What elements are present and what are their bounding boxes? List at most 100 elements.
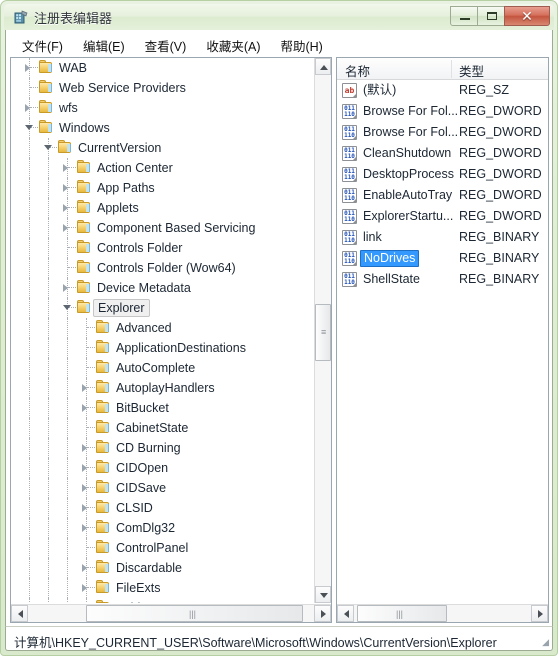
chevron-right-icon[interactable] (25, 64, 30, 72)
values-hscroll-thumb[interactable]: ||| (357, 605, 447, 622)
values-list[interactable]: ab (默认) REG_SZ 011 110 Browse For Fol... REG_D… (337, 80, 548, 290)
tree-item[interactable]: FileExts (11, 578, 315, 598)
chevron-down-icon[interactable] (63, 305, 71, 310)
chevron-right-icon[interactable] (82, 504, 87, 512)
column-header-type[interactable]: 类型 (459, 61, 484, 80)
tree-item-label[interactable]: AutoplayHandlers (116, 380, 215, 396)
tree-item[interactable]: WAB (11, 58, 315, 78)
registry-tree[interactable]: WAB Web Service Providers wfs Windows Curren… (11, 58, 315, 603)
resize-grip-icon[interactable]: ◢ (537, 636, 549, 648)
tree-item[interactable]: wfs (11, 98, 315, 118)
tree-item[interactable]: FolderTypes (11, 598, 315, 603)
tree-item[interactable]: CurrentVersion (11, 138, 315, 158)
tree-item[interactable]: ApplicationDestinations (11, 338, 315, 358)
chevron-right-icon[interactable] (63, 224, 68, 232)
tree-item-label[interactable]: App Paths (97, 180, 155, 196)
tree-item[interactable]: CIDSave (11, 478, 315, 498)
tree-hscroll-thumb[interactable]: ||| (86, 605, 303, 622)
tree-item[interactable]: BitBucket (11, 398, 315, 418)
tree-item-label[interactable]: CurrentVersion (78, 140, 161, 156)
value-name-selected[interactable]: NoDrives (360, 250, 420, 267)
tree-item-label[interactable]: Device Metadata (97, 280, 191, 296)
tree-item[interactable]: AutoComplete (11, 358, 315, 378)
value-name[interactable]: DesktopProcess (363, 167, 454, 182)
tree-item-label[interactable]: AutoComplete (116, 360, 195, 376)
tree-item[interactable]: App Paths (11, 178, 315, 198)
tree-item[interactable]: CIDOpen (11, 458, 315, 478)
tree-item-label[interactable]: Component Based Servicing (97, 220, 255, 236)
chevron-right-icon[interactable] (82, 384, 87, 392)
value-name[interactable]: Browse For Fol... (363, 125, 458, 140)
tree-item-label[interactable]: CLSID (116, 500, 153, 516)
chevron-down-icon[interactable] (25, 125, 33, 130)
tree-item[interactable]: Controls Folder (11, 238, 315, 258)
tree-item[interactable]: CabinetState (11, 418, 315, 438)
column-header-name[interactable]: 名称 (345, 61, 370, 80)
value-row[interactable]: 011 110 Browse For Fol... REG_DWORD (337, 122, 548, 143)
tree-item[interactable]: Controls Folder (Wow64) (11, 258, 315, 278)
tree-item[interactable]: AutoplayHandlers (11, 378, 315, 398)
value-name[interactable]: ExplorerStartu... (363, 209, 453, 224)
tree-item-label[interactable]: ApplicationDestinations (116, 340, 246, 356)
value-row[interactable]: 011 110 NoDrives REG_BINARY (337, 248, 548, 269)
chevron-right-icon[interactable] (63, 184, 68, 192)
tree-item-label[interactable]: ControlPanel (116, 540, 188, 556)
tree-item[interactable]: CD Burning (11, 438, 315, 458)
tree-item-label[interactable]: Action Center (97, 160, 173, 176)
tree-item-label[interactable]: BitBucket (116, 400, 169, 416)
chevron-right-icon[interactable] (63, 284, 68, 292)
tree-item[interactable]: Action Center (11, 158, 315, 178)
chevron-right-icon[interactable] (82, 584, 87, 592)
tree-item-label[interactable]: WAB (59, 60, 87, 76)
tree-item-label[interactable]: Web Service Providers (59, 80, 186, 96)
tree-item[interactable]: Device Metadata (11, 278, 315, 298)
tree-item[interactable]: Applets (11, 198, 315, 218)
value-row[interactable]: 011 110 Browse For Fol... REG_DWORD (337, 101, 548, 122)
tree-item[interactable]: Component Based Servicing (11, 218, 315, 238)
tree-scroll-thumb[interactable]: ≡ (315, 304, 331, 361)
value-row[interactable]: 011 110 CleanShutdown REG_DWORD (337, 143, 548, 164)
tree-item[interactable]: Discardable (11, 558, 315, 578)
tree-item-label[interactable]: Controls Folder (97, 240, 182, 256)
tree-scroll-left-button[interactable] (11, 605, 28, 622)
tree-item-label[interactable]: FileExts (116, 580, 160, 596)
tree-item[interactable]: Explorer (11, 298, 315, 318)
maximize-button[interactable] (477, 6, 505, 26)
tree-item[interactable]: Web Service Providers (11, 78, 315, 98)
tree-item[interactable]: ComDlg32 (11, 518, 315, 538)
tree-item-label[interactable]: Applets (97, 200, 139, 216)
chevron-right-icon[interactable] (82, 484, 87, 492)
chevron-right-icon[interactable] (25, 104, 30, 112)
values-scroll-right-button[interactable] (531, 605, 548, 622)
chevron-right-icon[interactable] (82, 564, 87, 572)
tree-item-label-selected[interactable]: Explorer (93, 299, 150, 317)
chevron-right-icon[interactable] (82, 404, 87, 412)
value-name[interactable]: ShellState (363, 272, 420, 287)
close-button[interactable]: ✕ (504, 6, 550, 26)
tree-scroll-right-button[interactable] (314, 605, 331, 622)
tree-item[interactable]: Advanced (11, 318, 315, 338)
value-row[interactable]: 011 110 ExplorerStartu... REG_DWORD (337, 206, 548, 227)
tree-item[interactable]: ControlPanel (11, 538, 315, 558)
minimize-button[interactable] (450, 6, 478, 26)
tree-item-label[interactable]: CIDSave (116, 480, 166, 496)
tree-vertical-scrollbar[interactable]: ≡ (314, 58, 331, 603)
chevron-right-icon[interactable] (82, 444, 87, 452)
value-row[interactable]: 011 110 DesktopProcess REG_DWORD (337, 164, 548, 185)
tree-item-label[interactable]: CIDOpen (116, 460, 168, 476)
tree-item-label[interactable]: wfs (59, 100, 78, 116)
value-name[interactable]: EnableAutoTray (363, 188, 452, 203)
tree-horizontal-scrollbar[interactable]: ||| (11, 604, 331, 622)
chevron-right-icon[interactable] (82, 524, 87, 532)
tree-item-label[interactable]: FolderTypes (116, 600, 185, 603)
value-row[interactable]: ab (默认) REG_SZ (337, 80, 548, 101)
tree-item[interactable]: Windows (11, 118, 315, 138)
tree-item-label[interactable]: Controls Folder (Wow64) (97, 260, 236, 276)
tree-item-label[interactable]: Advanced (116, 320, 172, 336)
tree-scroll-down-button[interactable] (315, 586, 331, 603)
chevron-right-icon[interactable] (63, 164, 68, 172)
tree-item-label[interactable]: ComDlg32 (116, 520, 175, 536)
column-divider[interactable] (451, 60, 452, 78)
value-row[interactable]: 011 110 ShellState REG_BINARY (337, 269, 548, 290)
tree-item[interactable]: CLSID (11, 498, 315, 518)
